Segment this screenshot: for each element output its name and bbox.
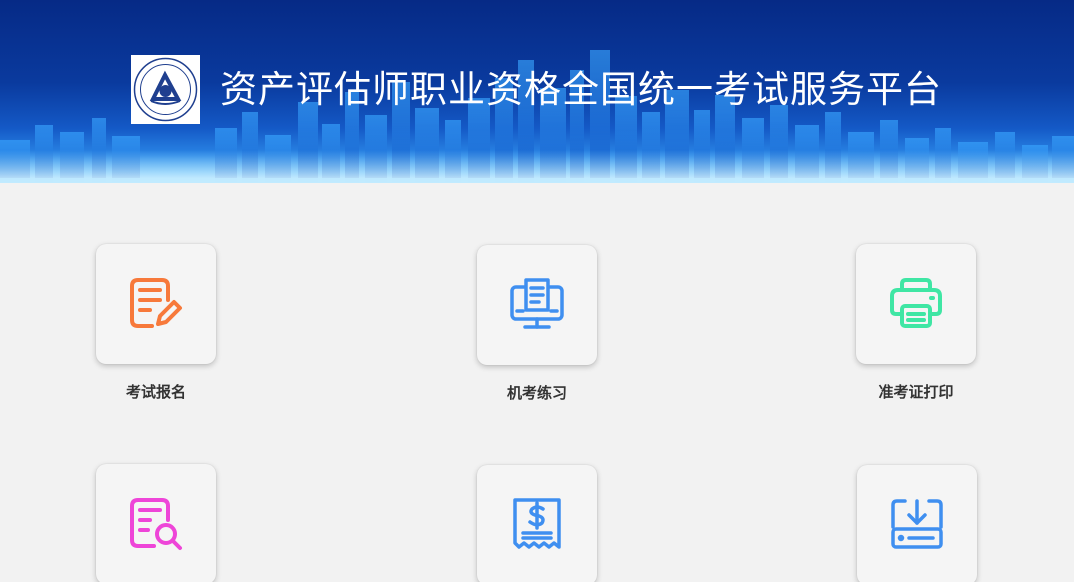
service-grid: 考试报名 机考练习 准考证打印 (0, 183, 1074, 582)
registration-form-icon (130, 278, 182, 328)
logo (131, 55, 200, 124)
tile-receipt[interactable] (477, 465, 597, 582)
computer-test-icon (510, 278, 564, 329)
tile-document-search[interactable] (96, 464, 216, 582)
page-title: 资产评估师职业资格全国统一考试服务平台 (220, 68, 942, 111)
tile-computer-test[interactable] (477, 245, 597, 365)
tile-download[interactable] (857, 465, 977, 582)
tile-label-registration: 考试报名 (125, 383, 186, 401)
download-box-icon (891, 499, 943, 549)
tile-label-computer-test: 机考练习 (506, 384, 567, 402)
china-appraisal-society-logo (133, 57, 198, 122)
printer-icon (890, 278, 942, 328)
tile-label-admission-print: 准考证打印 (878, 383, 954, 401)
tile-registration[interactable] (96, 244, 216, 364)
tile-admission-print[interactable] (856, 244, 976, 364)
header-banner: 资产评估师职业资格全国统一考试服务平台 (0, 0, 1074, 183)
document-search-icon (130, 498, 182, 550)
receipt-dollar-icon (513, 498, 561, 549)
